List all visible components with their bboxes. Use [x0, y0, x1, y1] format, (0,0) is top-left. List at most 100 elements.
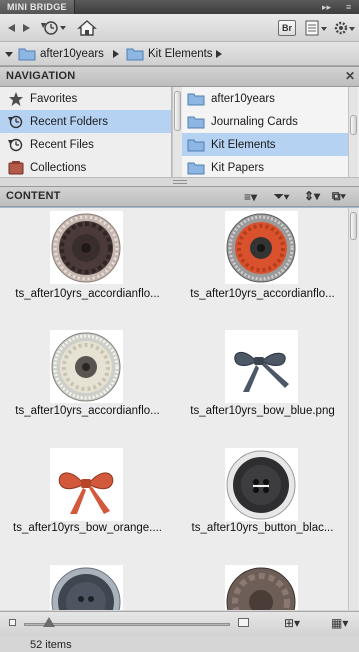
- recent-files-icon: [8, 138, 23, 151]
- settings-button[interactable]: [332, 18, 356, 38]
- sort-list-icon[interactable]: ≡▾: [244, 190, 257, 204]
- path-menu-button[interactable]: [4, 46, 14, 62]
- collapse-panel-icon[interactable]: ▸▸: [322, 0, 331, 14]
- thumbnail-caption: ts_after10yrs_accordianflo...: [15, 405, 160, 417]
- go-to-bridge-button[interactable]: Br: [276, 18, 298, 38]
- thumbnail-caption: ts_after10yrs_accordianflo...: [15, 288, 160, 300]
- thumbnail-caption: ts_after10yrs_button_blac...: [191, 522, 334, 534]
- bow-blue-art: [234, 352, 289, 392]
- navigation-left-scrollbar[interactable]: [172, 87, 182, 177]
- thumbnail-image[interactable]: [225, 565, 298, 610]
- view-options-button[interactable]: [304, 18, 328, 38]
- zoom-in-icon[interactable]: [238, 618, 249, 627]
- panel-menu-icon[interactable]: ≡: [346, 0, 351, 14]
- scrollbar-thumb[interactable]: [174, 91, 181, 131]
- toolbar: Br: [0, 14, 359, 42]
- thumbnail-caption: ts_after10yrs_accordianflo...: [190, 288, 335, 300]
- folder-list-scrollbar[interactable]: [348, 87, 358, 177]
- content-grid: ts_after10yrs_accordianflo... ts_after10…: [0, 207, 359, 610]
- breadcrumb-next-icon[interactable]: [215, 46, 223, 62]
- nav-item-recent-folders[interactable]: Recent Folders: [0, 110, 171, 133]
- flower-brown-button-art: [226, 567, 296, 610]
- folder-icon: [18, 48, 36, 61]
- bow-orange-art: [58, 472, 114, 514]
- forward-button[interactable]: [20, 18, 34, 38]
- thumbnail-item[interactable]: ts_after10yrs_accordianflo...: [0, 325, 175, 442]
- path-bar: after10years Kit Elements: [0, 42, 359, 66]
- title-bar: MINI BRIDGE ▸▸ ≡: [0, 0, 359, 14]
- thumbnail-item[interactable]: ts_after10yrs_accordianflo...: [175, 208, 350, 325]
- gear-icon: [334, 21, 355, 35]
- thumbnail-item[interactable]: ts_after10yrs_accordianflo...: [0, 208, 175, 325]
- document-menu-icon: [305, 20, 327, 36]
- flower-cream-art: [51, 332, 121, 402]
- thumbnail-image[interactable]: [50, 565, 123, 610]
- thumbnail-item[interactable]: ts_after10yrs_bow_orange....: [0, 442, 175, 559]
- folder-item-journaling-cards[interactable]: Journaling Cards: [182, 110, 348, 133]
- folder-item-after10years[interactable]: after10years: [182, 87, 348, 110]
- slider-handle[interactable]: [43, 617, 55, 627]
- flower-orange-art: [226, 213, 296, 283]
- breadcrumb-kit-elements[interactable]: Kit Elements: [126, 46, 213, 62]
- back-button[interactable]: [4, 18, 18, 38]
- content-title: CONTENT: [6, 190, 61, 202]
- thumbnail-item[interactable]: [175, 559, 350, 610]
- navigation-panel: Favorites Recent Folders Recent Files Co…: [0, 87, 359, 177]
- nav-item-favorites[interactable]: Favorites: [0, 87, 171, 110]
- status-bar: 52 items: [0, 636, 359, 652]
- sort-order-icon[interactable]: ⇕▾: [304, 189, 320, 203]
- nav-item-recent-files[interactable]: Recent Files: [0, 133, 171, 156]
- thumbnail-image[interactable]: [50, 211, 123, 284]
- panel-resize-handle[interactable]: [0, 177, 359, 186]
- filter-icon[interactable]: ⏷▾: [274, 189, 289, 204]
- thumbnail-image[interactable]: [225, 330, 298, 403]
- recent-folders-icon: [8, 115, 23, 128]
- recent-items-button[interactable]: [38, 18, 68, 38]
- nav-item-collections[interactable]: Collections: [0, 156, 171, 177]
- folder-item-kit-elements[interactable]: Kit Elements: [182, 133, 348, 156]
- flower-brown-art: [51, 213, 121, 283]
- scrollbar-thumb[interactable]: [350, 212, 357, 240]
- collections-icon: [8, 160, 24, 174]
- thumbnail-caption: ts_after10yrs_bow_blue.png: [190, 405, 335, 417]
- thumbnail-size-slider[interactable]: [24, 617, 230, 627]
- content-panel-header: CONTENT ≡▾ ⏷▾ ⇕▾ ⧉▾: [0, 186, 359, 207]
- item-count: 52 items: [30, 639, 72, 651]
- folder-icon: [187, 162, 205, 174]
- close-icon[interactable]: ✕: [345, 69, 355, 83]
- scrollbar-thumb[interactable]: [350, 115, 357, 135]
- thumbnail-image[interactable]: [225, 211, 298, 284]
- home-icon: [77, 20, 97, 36]
- bridge-icon: Br: [278, 20, 296, 36]
- recent-clock-icon: [41, 21, 66, 35]
- folder-icon: [187, 93, 205, 105]
- navigation-title: NAVIGATION: [6, 70, 76, 82]
- thumbnail-item[interactable]: ts_after10yrs_button_blac...: [175, 442, 350, 559]
- window-title: MINI BRIDGE: [7, 2, 67, 12]
- back-arrow-icon: [8, 24, 15, 32]
- thumbnail-image[interactable]: [50, 330, 123, 403]
- panel-tab-mini-bridge[interactable]: MINI BRIDGE: [0, 0, 75, 14]
- grid-view-icon[interactable]: ▦▾: [331, 616, 348, 630]
- navigation-list: Favorites Recent Folders Recent Files Co…: [0, 87, 172, 177]
- folder-icon: [187, 116, 205, 128]
- navigation-panel-header[interactable]: NAVIGATION ✕: [0, 66, 359, 87]
- chevron-down-icon: [5, 52, 13, 57]
- folder-icon: [126, 48, 144, 61]
- button-black-art: [226, 450, 296, 520]
- home-button[interactable]: [76, 18, 98, 38]
- content-scrollbar[interactable]: [348, 208, 358, 610]
- breadcrumb-after10years[interactable]: after10years: [18, 46, 104, 62]
- star-icon: [9, 91, 23, 106]
- tools-menu-icon[interactable]: ⧉▾: [332, 189, 346, 204]
- thumbnail-image[interactable]: [50, 448, 123, 521]
- view-mode-icon[interactable]: ⊞▾: [284, 616, 300, 630]
- zoom-out-icon[interactable]: [9, 619, 16, 626]
- breadcrumb-separator-icon[interactable]: [112, 46, 120, 62]
- thumbnail-item[interactable]: [0, 559, 175, 610]
- folder-list: after10years Journaling Cards Kit Elemen…: [182, 87, 348, 177]
- folder-icon: [187, 139, 205, 151]
- folder-item-kit-papers[interactable]: Kit Papers: [182, 156, 348, 177]
- thumbnail-image[interactable]: [225, 448, 298, 521]
- thumbnail-item[interactable]: ts_after10yrs_bow_blue.png: [175, 325, 350, 442]
